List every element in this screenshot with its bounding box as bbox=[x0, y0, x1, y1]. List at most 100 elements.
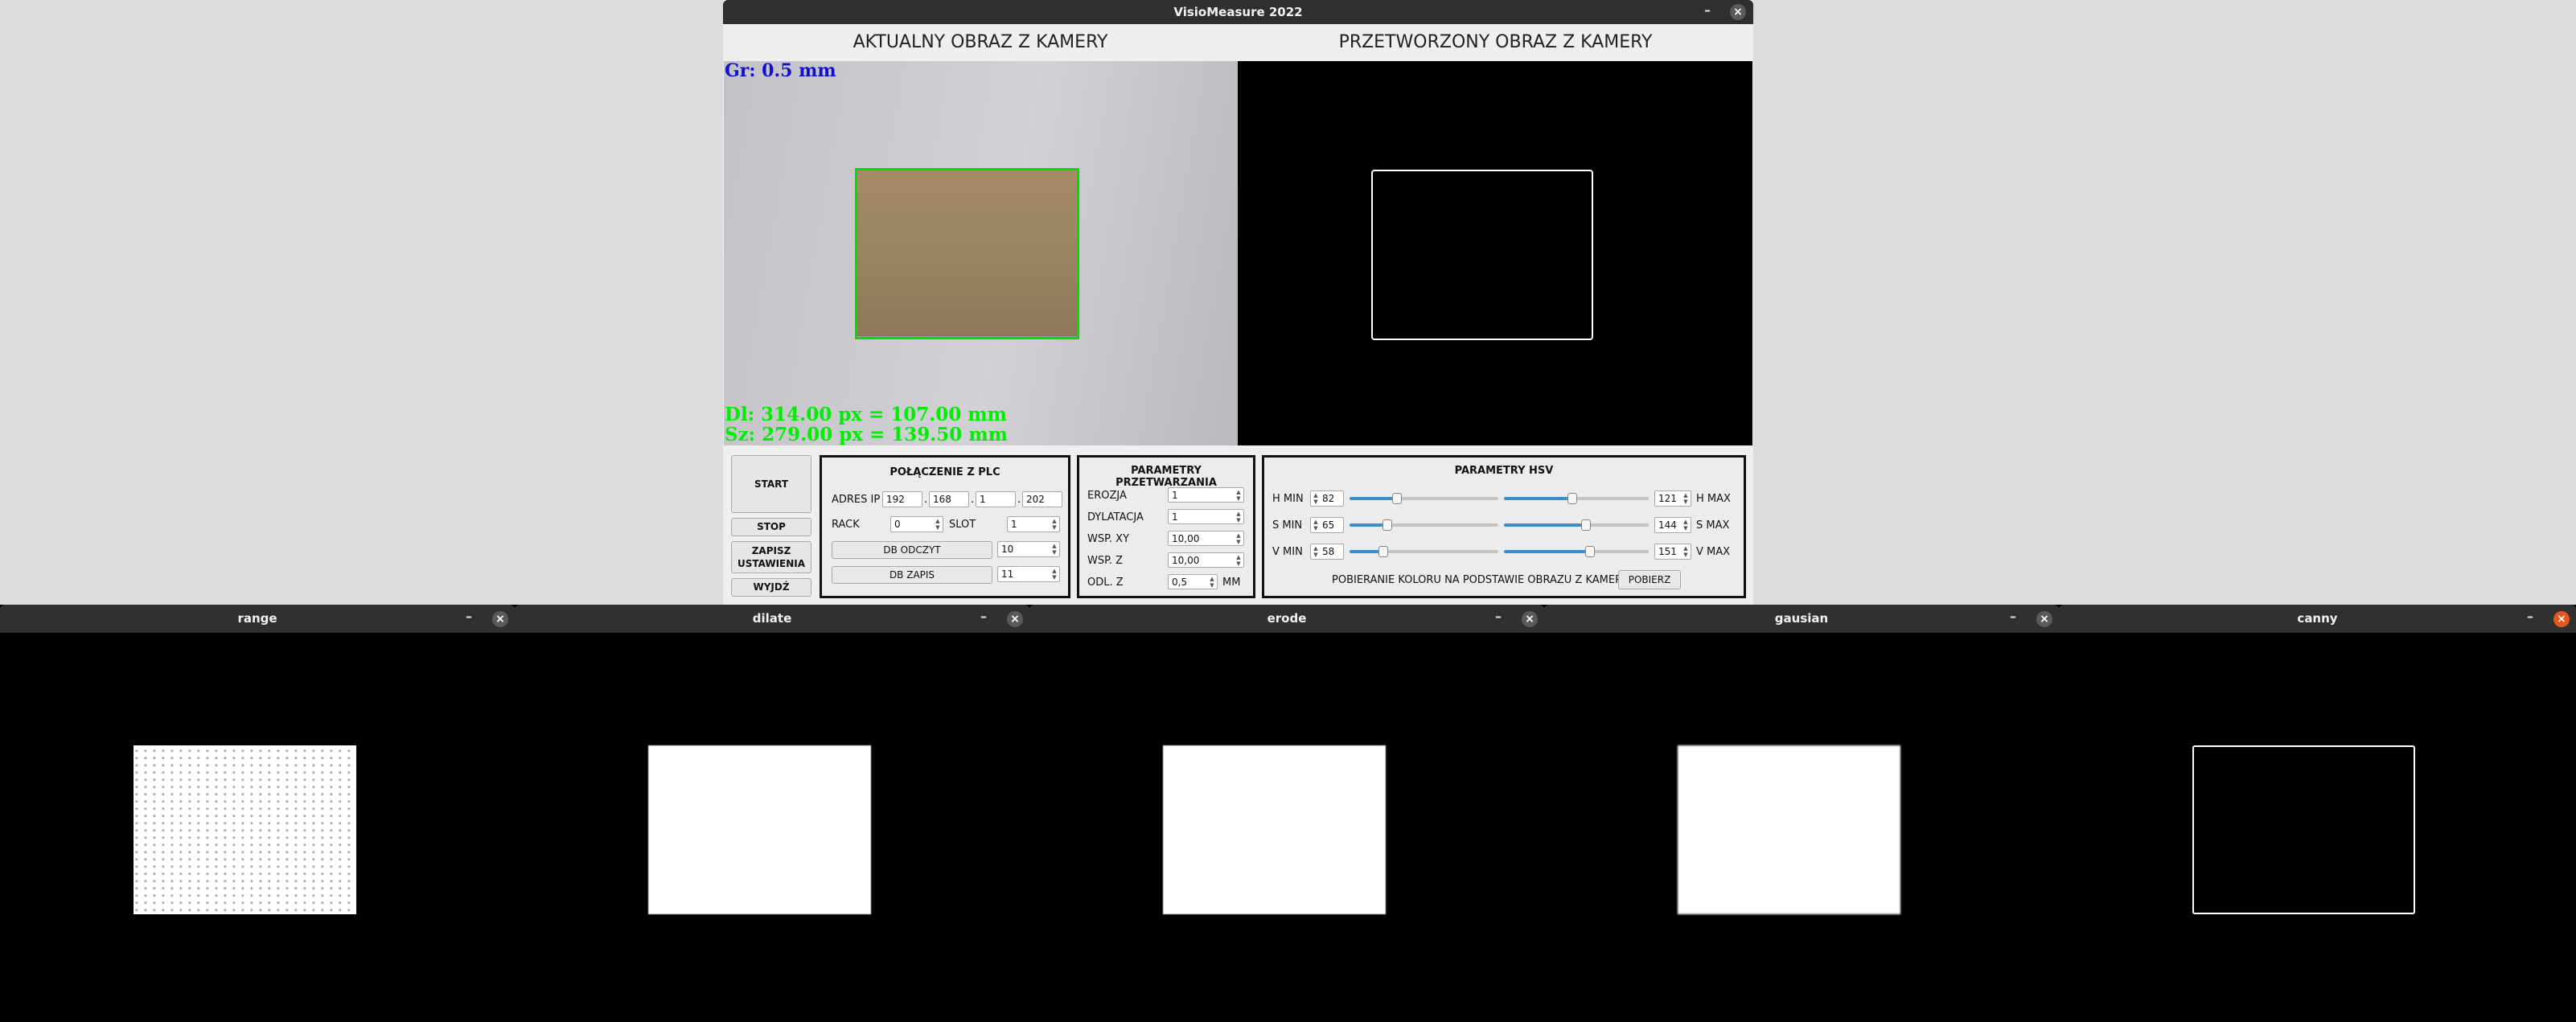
db-read-spinbox[interactable]: 10 ▲ ▼ bbox=[997, 541, 1060, 557]
erode-titlebar[interactable]: erode – × bbox=[1029, 605, 1544, 633]
slider-handle[interactable] bbox=[1567, 493, 1578, 504]
h-min-spinbox[interactable]: ▲ ▼ 82 bbox=[1310, 490, 1344, 507]
slider-handle[interactable] bbox=[1392, 493, 1403, 504]
exit-button[interactable]: WYJDŹ bbox=[731, 578, 811, 597]
spin-arrows-icon[interactable]: ▲ ▼ bbox=[1050, 543, 1058, 556]
s-min-value: 65 bbox=[1322, 519, 1335, 531]
range-mask bbox=[134, 745, 356, 914]
slider-handle[interactable] bbox=[1584, 546, 1595, 557]
save-label-line1: ZAPISZ bbox=[751, 545, 791, 556]
spin-arrows-icon[interactable]: ▲ ▼ bbox=[1235, 489, 1243, 502]
hsv-panel: PARAMETRY HSV H MIN ▲ ▼ 82 121 ▲ ▼ H MAX S M… bbox=[1262, 455, 1746, 598]
dylatacja-label: DYLATACJA bbox=[1087, 511, 1144, 523]
wsp-xy-label: WSP. XY bbox=[1087, 533, 1130, 545]
spin-arrows-icon[interactable]: ▲ ▼ bbox=[934, 518, 942, 531]
minimize-button[interactable]: – bbox=[1488, 605, 1509, 633]
rack-spinbox[interactable]: 0 ▲ ▼ bbox=[890, 516, 943, 532]
close-button[interactable]: × bbox=[1522, 611, 1538, 627]
minimize-button[interactable]: – bbox=[973, 605, 994, 633]
s-min-slider[interactable] bbox=[1350, 517, 1498, 533]
spin-arrows-icon[interactable]: ▲ ▼ bbox=[1682, 545, 1690, 558]
wsp-z-spinbox[interactable]: 10,00 ▲ ▼ bbox=[1168, 552, 1244, 568]
slider-fill bbox=[1504, 523, 1586, 527]
dilate-window: dilate – × bbox=[515, 605, 1029, 1022]
slider-handle[interactable] bbox=[1580, 519, 1591, 531]
h-max-label: H MAX bbox=[1696, 493, 1731, 505]
h-max-slider[interactable] bbox=[1504, 490, 1649, 507]
spin-arrows-icon[interactable]: ▲ ▼ bbox=[1235, 554, 1243, 567]
gausian-titlebar[interactable]: gausian – × bbox=[1544, 605, 2059, 633]
main-titlebar[interactable]: VisioMeasure 2022 – × bbox=[723, 0, 1753, 24]
spin-arrows-icon[interactable]: ▲ ▼ bbox=[1208, 576, 1216, 589]
ip-octet-3[interactable]: 1 bbox=[976, 491, 1016, 507]
minimize-button[interactable]: – bbox=[2003, 605, 2023, 633]
h-max-value: 121 bbox=[1658, 493, 1677, 504]
dilate-titlebar[interactable]: dilate – × bbox=[515, 605, 1029, 633]
h-min-label: H MIN bbox=[1272, 493, 1304, 505]
s-min-spinbox[interactable]: ▲ ▼ 65 bbox=[1310, 517, 1344, 533]
processed-view bbox=[1238, 61, 1752, 445]
v-min-spinbox[interactable]: ▲ ▼ 58 bbox=[1310, 544, 1344, 560]
range-titlebar[interactable]: range – × bbox=[0, 605, 515, 633]
length-overlay: Dl: 314.00 px = 107.00 mm bbox=[725, 404, 1007, 425]
ip-octet-4[interactable]: 202 bbox=[1022, 491, 1062, 507]
hsv-title: PARAMETRY HSV bbox=[1454, 465, 1554, 477]
wsp-xy-value: 10,00 bbox=[1172, 533, 1200, 544]
camera-view: Gr: 0.5 mm Dl: 314.00 px = 107.00 mm Sz:… bbox=[724, 61, 1239, 445]
odl-z-spinbox[interactable]: 0,5 ▲ ▼ bbox=[1168, 574, 1218, 589]
spin-arrows-icon[interactable]: ▲ ▼ bbox=[1312, 545, 1320, 558]
spin-arrows-icon[interactable]: ▲ ▼ bbox=[1682, 519, 1690, 532]
slot-spinbox[interactable]: 1 ▲ ▼ bbox=[1007, 516, 1060, 532]
width-overlay: Sz: 279.00 px = 139.50 mm bbox=[725, 424, 1008, 445]
stop-button[interactable]: STOP bbox=[731, 518, 811, 536]
db-read-button[interactable]: DB ODCZYT bbox=[832, 541, 992, 559]
canny-titlebar[interactable]: canny – × bbox=[2059, 605, 2576, 633]
db-write-spinbox[interactable]: 11 ▲ ▼ bbox=[997, 566, 1060, 582]
db-read-value: 10 bbox=[1001, 544, 1014, 555]
close-button[interactable]: × bbox=[1730, 4, 1746, 20]
close-button[interactable]: × bbox=[492, 611, 508, 627]
pick-color-button[interactable]: POBIERZ bbox=[1618, 570, 1681, 589]
v-max-value: 151 bbox=[1658, 546, 1677, 557]
ip-octet-1[interactable]: 192 bbox=[882, 491, 922, 507]
ip-label: ADRES IP bbox=[832, 494, 881, 506]
minimize-button[interactable]: – bbox=[2520, 605, 2541, 633]
erode-mask bbox=[1163, 745, 1386, 914]
spin-arrows-icon[interactable]: ▲ ▼ bbox=[1235, 511, 1243, 523]
ip-dot: . bbox=[924, 494, 928, 506]
spin-arrows-icon[interactable]: ▲ ▼ bbox=[1050, 568, 1058, 581]
s-min-label: S MIN bbox=[1272, 519, 1303, 532]
v-max-slider[interactable] bbox=[1504, 544, 1649, 560]
close-button[interactable]: × bbox=[2553, 611, 2570, 627]
s-max-spinbox[interactable]: 144 ▲ ▼ bbox=[1654, 517, 1691, 533]
s-max-value: 144 bbox=[1658, 519, 1677, 531]
db-write-button[interactable]: DB ZAPIS bbox=[832, 566, 992, 584]
spin-arrows-icon[interactable]: ▲ ▼ bbox=[1682, 492, 1690, 505]
wsp-xy-spinbox[interactable]: 10,00 ▲ ▼ bbox=[1168, 531, 1244, 546]
v-max-spinbox[interactable]: 151 ▲ ▼ bbox=[1654, 544, 1691, 560]
v-min-slider[interactable] bbox=[1350, 544, 1498, 560]
odl-z-unit: MM bbox=[1222, 577, 1241, 589]
spin-arrows-icon[interactable]: ▲ ▼ bbox=[1312, 519, 1320, 532]
spin-arrows-icon[interactable]: ▲ ▼ bbox=[1050, 518, 1058, 531]
spin-arrows-icon[interactable]: ▲ ▼ bbox=[1235, 532, 1243, 545]
v-min-label: V MIN bbox=[1272, 546, 1303, 558]
save-settings-button[interactable]: ZAPISZ USTAWIENIA bbox=[731, 541, 811, 573]
minimize-button[interactable]: – bbox=[1695, 0, 1719, 24]
h-max-spinbox[interactable]: 121 ▲ ▼ bbox=[1654, 490, 1691, 507]
dylatacja-spinbox[interactable]: 1 ▲ ▼ bbox=[1168, 509, 1244, 524]
window-title: erode bbox=[1267, 611, 1307, 626]
erozja-spinbox[interactable]: 1 ▲ ▼ bbox=[1168, 487, 1244, 503]
rack-label: RACK bbox=[832, 519, 860, 531]
h-min-slider[interactable] bbox=[1350, 490, 1498, 507]
close-button[interactable]: × bbox=[1007, 611, 1023, 627]
slot-value: 1 bbox=[1011, 519, 1017, 530]
slider-handle[interactable] bbox=[1378, 546, 1389, 557]
spin-arrows-icon[interactable]: ▲ ▼ bbox=[1312, 492, 1320, 505]
s-max-slider[interactable] bbox=[1504, 517, 1649, 533]
ip-octet-2[interactable]: 168 bbox=[929, 491, 969, 507]
start-button[interactable]: START bbox=[731, 455, 811, 513]
slider-handle[interactable] bbox=[1382, 519, 1393, 531]
close-button[interactable]: × bbox=[2036, 611, 2052, 627]
minimize-button[interactable]: – bbox=[458, 605, 479, 633]
